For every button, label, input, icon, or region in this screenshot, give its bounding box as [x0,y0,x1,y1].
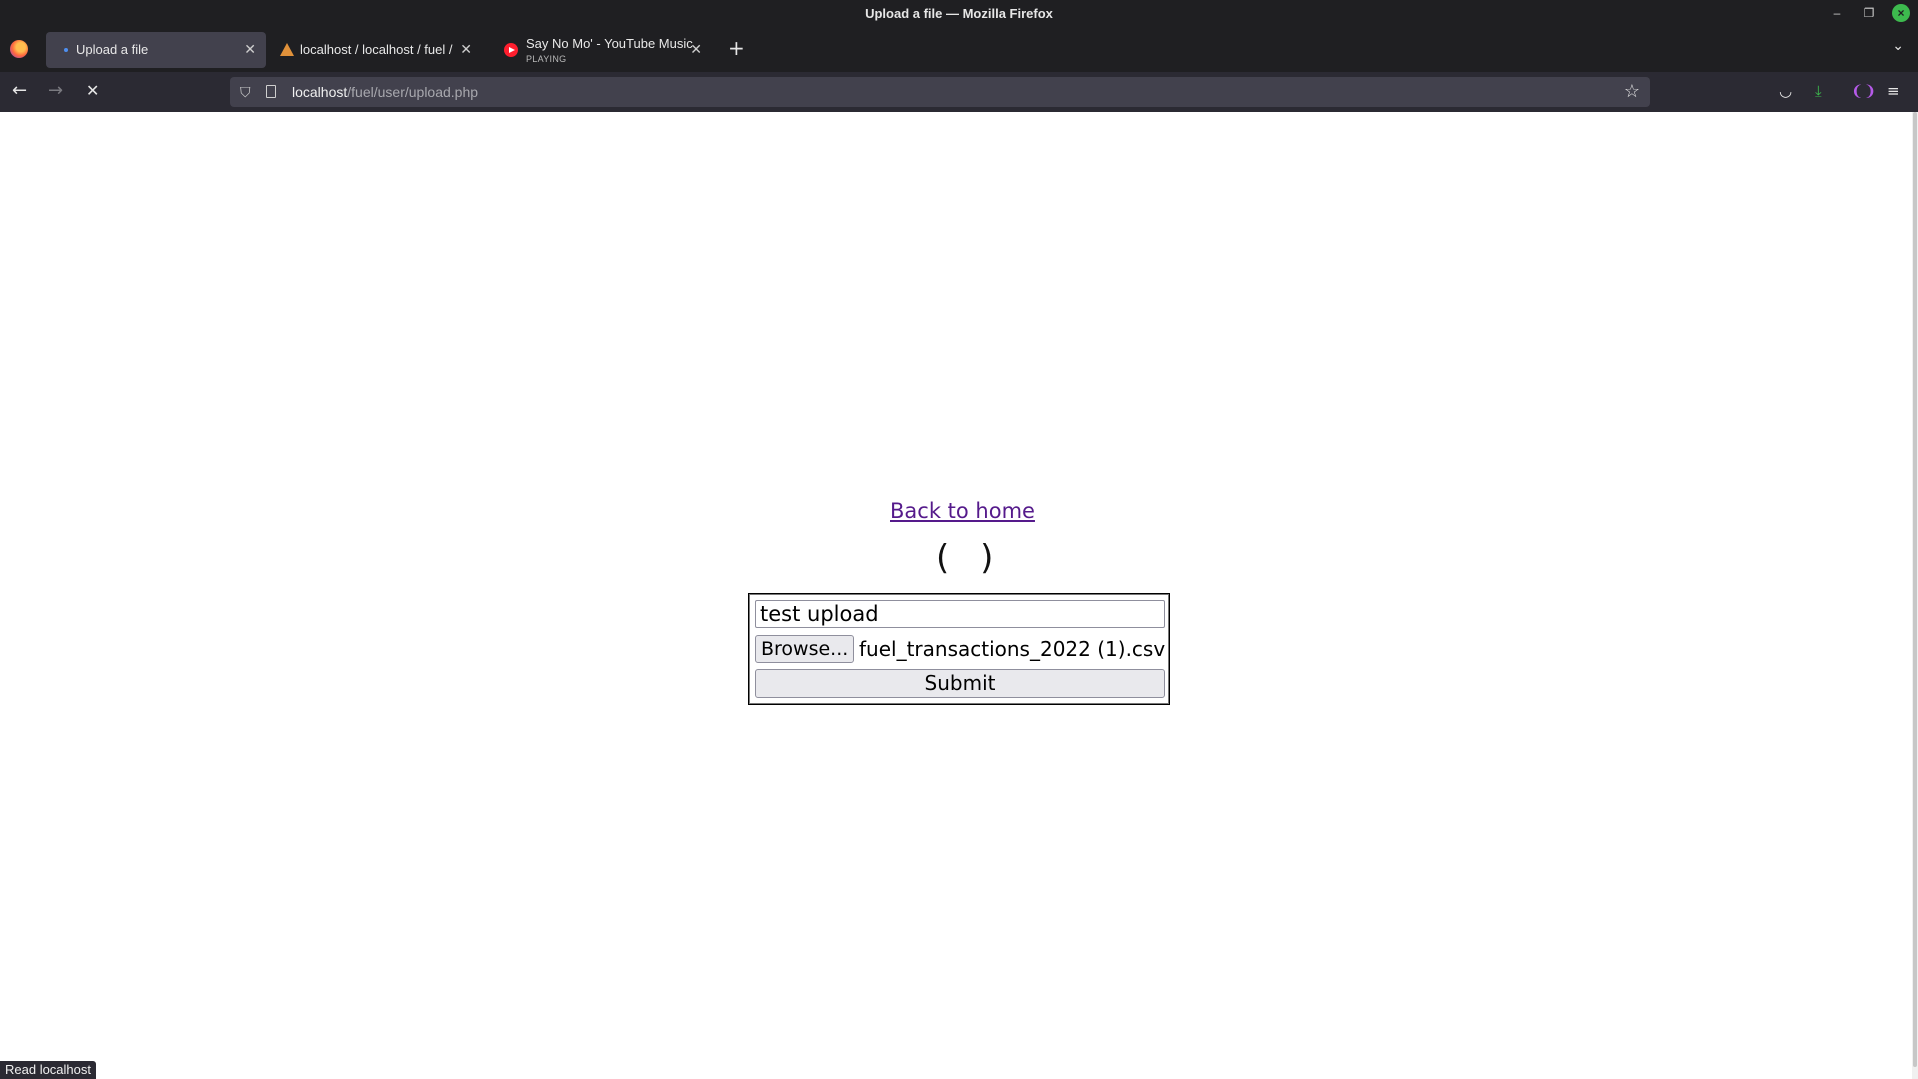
browse-button[interactable]: Browse... [755,635,855,663]
navigation-toolbar: ← → ✕ ⛉ localhost/fuel/user/upload.php ☆… [0,72,1918,112]
back-icon[interactable]: ← [12,81,27,101]
youtube-music-icon [504,43,518,57]
scrollbar-thumb[interactable] [1913,112,1917,1067]
submit-button[interactable]: Submit [755,669,1165,698]
firefox-logo-icon[interactable] [10,40,28,58]
loading-spinner-icon: ( ) [936,538,1004,578]
tab-playing-label: PLAYING [526,54,567,64]
tab-youtube-music[interactable]: Say No Mo' - YouTube Music PLAYING ✕ [496,32,712,68]
hamburger-menu-icon[interactable]: ≡ [1887,82,1900,100]
forward-icon[interactable]: → [48,81,63,101]
close-tab-icon[interactable]: ✕ [460,41,472,58]
upload-form: Browse... fuel_transactions_2022 (1).csv… [748,593,1170,705]
scrollbar[interactable] [1912,112,1918,1079]
new-tab-icon[interactable]: + [728,38,745,58]
selected-file-name: fuel_transactions_2022 (1).csv [859,637,1166,661]
pocket-icon[interactable]: ◡ [1779,82,1792,100]
tab-label: Upload a file [76,42,149,57]
window-titlebar: Upload a file — Mozilla Firefox – ❐ × [0,0,1918,28]
minimize-icon[interactable]: – [1828,4,1846,22]
close-window-icon[interactable]: × [1892,4,1910,22]
upload-title-input[interactable] [755,600,1165,628]
loading-dot-icon [64,48,68,52]
tab-upload-a-file[interactable]: Upload a file ✕ [46,32,266,68]
close-tab-icon[interactable]: ✕ [244,41,256,58]
tab-strip: Upload a file ✕ localhost / localhost / … [0,28,1918,72]
window-title: Upload a file — Mozilla Firefox [865,6,1053,21]
page-info-icon[interactable] [266,85,276,98]
url-text[interactable]: localhost/fuel/user/upload.php [292,84,478,100]
tab-phpmyadmin[interactable]: localhost / localhost / fuel / ✕ [270,32,482,68]
bookmark-star-icon[interactable]: ☆ [1624,81,1640,102]
window-controls: – ❐ × [1828,4,1910,22]
back-to-home-link[interactable]: Back to home [890,499,1035,523]
tab-label: Say No Mo' - YouTube Music [526,36,693,51]
status-bar: Read localhost [0,1061,96,1079]
maximize-icon[interactable]: ❐ [1860,4,1878,22]
tab-label: localhost / localhost / fuel / [300,42,453,57]
list-all-tabs-icon[interactable]: ⌄ [1892,38,1904,54]
extension-icon[interactable]: ❨❩ [1851,82,1876,100]
downloads-icon[interactable]: ⤓ [1815,82,1822,100]
close-tab-icon[interactable]: ✕ [690,41,702,58]
tracking-protection-icon[interactable]: ⛉ [240,84,251,101]
url-bar[interactable]: ⛉ localhost/fuel/user/upload.php ☆ [230,77,1650,107]
stop-loading-icon[interactable]: ✕ [86,81,99,101]
phpmyadmin-icon [280,43,294,56]
